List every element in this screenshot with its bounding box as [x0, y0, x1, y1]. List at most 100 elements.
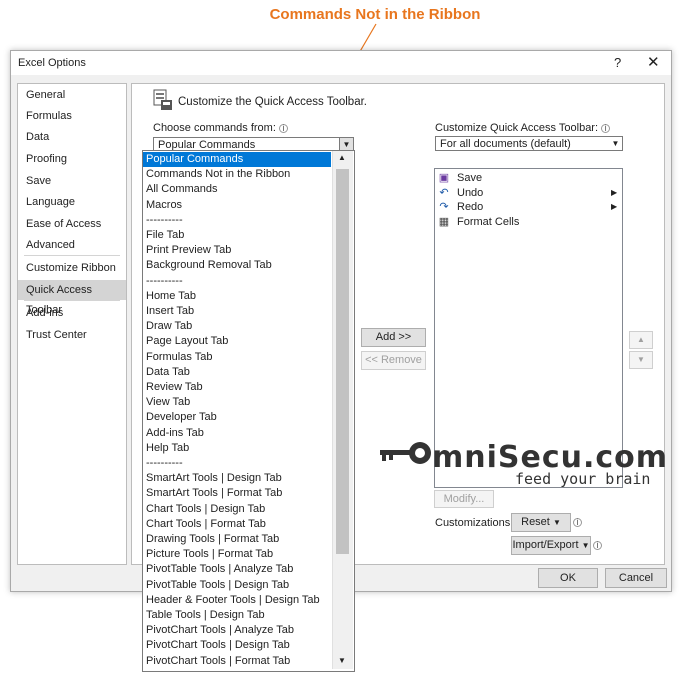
customize-qat-label: Customize Quick Access Toolbar: i [435, 122, 611, 134]
dropdown-option[interactable]: Help Tab [143, 441, 331, 456]
submenu-arrow-icon: ▶ [611, 188, 618, 197]
dropdown-option[interactable]: ---------- [143, 274, 331, 289]
customize-qat-text: Customize Quick Access Toolbar: [435, 122, 599, 134]
commands-dropdown-list[interactable]: Popular Commands Commands Not in the Ribb… [142, 150, 355, 672]
move-down-button[interactable]: ▼ [629, 351, 653, 369]
dropdown-option[interactable]: File Tab [143, 228, 331, 243]
help-button[interactable]: ? [614, 55, 621, 70]
undo-icon: ↶ [439, 187, 449, 199]
list-item[interactable]: ↶ Undo ▶ [437, 186, 617, 200]
dropdown-option[interactable]: Formulas Tab [143, 350, 331, 365]
dropdown-option[interactable]: Data Tab [143, 365, 331, 380]
info-icon: i [278, 124, 288, 133]
dropdown-option[interactable]: View Tab [143, 395, 331, 410]
dropdown-option[interactable]: Draw Tab [143, 319, 331, 334]
modify-button[interactable]: Modify... [434, 490, 494, 508]
dialog-title: Excel Options [18, 57, 86, 69]
customizations-label: Customizations: [435, 517, 514, 529]
list-item-label: Redo [457, 201, 484, 213]
cancel-button[interactable]: Cancel [605, 568, 667, 588]
title-bar: Excel Options ? ✕ [11, 51, 671, 75]
list-item-label: Undo [457, 187, 484, 199]
scrollbar[interactable]: ▲ ▼ [332, 151, 353, 669]
dropdown-option[interactable]: ---------- [143, 213, 331, 228]
dropdown-option[interactable]: ---------- [143, 456, 331, 471]
nav-item-general[interactable]: General [18, 85, 126, 105]
nav-item-trust-center[interactable]: Trust Center [18, 325, 126, 345]
nav-item-add-ins[interactable]: Add-ins [18, 303, 126, 323]
reset-label: Reset [521, 516, 550, 528]
choose-commands-label: Choose commands from: i [153, 122, 288, 134]
nav-item-customize-ribbon[interactable]: Customize Ribbon [18, 258, 126, 278]
chevron-down-icon: ▼ [581, 541, 590, 550]
save-icon: ▣ [438, 172, 450, 184]
info-icon: i [601, 124, 611, 133]
reset-button[interactable]: Reset ▼ [511, 513, 571, 532]
chevron-down-icon: ▼ [552, 518, 561, 527]
nav-item-quick-access-toolbar[interactable]: Quick Access Toolbar [18, 280, 126, 316]
nav-item-save[interactable]: Save [18, 171, 126, 191]
nav-item-language[interactable]: Language [18, 192, 126, 212]
dropdown-option[interactable]: PivotChart Tools | Format Tab [143, 654, 331, 669]
info-icon: i [573, 518, 582, 527]
dropdown-option[interactable]: Table Tools | Design Tab [143, 608, 331, 623]
dropdown-option[interactable]: Macros [143, 198, 331, 213]
dropdown-option[interactable]: Commands Not in the Ribbon [143, 167, 331, 182]
nav-separator [24, 300, 120, 301]
move-up-button[interactable]: ▲ [629, 331, 653, 349]
import-export-label: Import/Export [512, 539, 579, 551]
dropdown-option[interactable]: Header & Footer Tools | Design Tab [143, 593, 331, 608]
dropdown-option[interactable]: PivotTable Tools | Design Tab [143, 578, 331, 593]
panel-title: Customize the Quick Access Toolbar. [178, 96, 367, 108]
close-button[interactable]: ✕ [647, 53, 660, 71]
nav-item-ease-of-access[interactable]: Ease of Access [18, 214, 126, 234]
dropdown-option[interactable]: Print Preview Tab [143, 243, 331, 258]
dropdown-option[interactable]: Review Tab [143, 380, 331, 395]
ok-button[interactable]: OK [538, 568, 598, 588]
dropdown-option[interactable]: PivotTable Tools | Analyze Tab [143, 562, 331, 577]
dropdown-option[interactable]: SmartArt Tools | Design Tab [143, 471, 331, 486]
dropdown-option[interactable]: Chart Tools | Design Tab [143, 502, 331, 517]
customize-qat-combo[interactable]: For all documents (default) ▼ [435, 136, 623, 151]
list-item[interactable]: ↷ Redo ▶ [437, 200, 617, 214]
dropdown-option[interactable]: Drawing Tools | Format Tab [143, 532, 331, 547]
dropdown-option[interactable]: Home Tab [143, 289, 331, 304]
dropdown-option[interactable]: PivotChart Tools | Analyze Tab [143, 623, 331, 638]
dropdown-option[interactable]: Insert Tab [143, 304, 331, 319]
nav-separator [24, 255, 120, 256]
dropdown-option[interactable]: All Commands [143, 182, 331, 197]
nav-item-data[interactable]: Data [18, 127, 126, 147]
list-item-label: Format Cells [457, 216, 520, 228]
customize-qat-value: For all documents (default) [440, 138, 571, 150]
nav-item-advanced[interactable]: Advanced [18, 235, 126, 255]
dropdown-option[interactable]: Add-ins Tab [143, 426, 331, 441]
list-item[interactable]: ▣ Save [437, 171, 617, 185]
format-cells-icon: ▦ [438, 216, 450, 228]
qat-header-icon [153, 89, 172, 110]
dropdown-option[interactable]: Chart Tools | Format Tab [143, 517, 331, 532]
chevron-down-icon[interactable]: ▼ [609, 137, 622, 150]
list-item-label: Save [457, 172, 483, 184]
dropdown-option[interactable]: Popular Commands [143, 152, 331, 168]
key-logo-icon [380, 442, 431, 464]
scrollbar-thumb[interactable] [336, 169, 349, 554]
remove-button[interactable]: << Remove [361, 351, 426, 370]
logo-tagline: feed your brain [515, 470, 651, 488]
dropdown-option[interactable]: Developer Tab [143, 410, 331, 425]
options-nav: General Formulas Data Proofing Save Lang… [17, 83, 127, 565]
add-button[interactable]: Add >> [361, 328, 426, 347]
nav-item-formulas[interactable]: Formulas [18, 106, 126, 126]
dropdown-option[interactable]: SmartArt Tools | Format Tab [143, 486, 331, 501]
info-icon: i [593, 541, 602, 550]
dropdown-option[interactable]: Background Removal Tab [143, 258, 331, 273]
scroll-down-icon[interactable]: ▼ [338, 656, 346, 665]
redo-icon: ↷ [439, 201, 449, 213]
nav-item-proofing[interactable]: Proofing [18, 149, 126, 169]
submenu-arrow-icon: ▶ [611, 202, 618, 211]
dropdown-option[interactable]: Page Layout Tab [143, 334, 331, 349]
scroll-up-icon[interactable]: ▲ [338, 153, 346, 162]
list-item[interactable]: ▦ Format Cells [437, 215, 617, 229]
dropdown-option[interactable]: PivotChart Tools | Design Tab [143, 638, 331, 653]
dropdown-option[interactable]: Picture Tools | Format Tab [143, 547, 331, 562]
import-export-button[interactable]: Import/Export ▼ [511, 536, 591, 555]
